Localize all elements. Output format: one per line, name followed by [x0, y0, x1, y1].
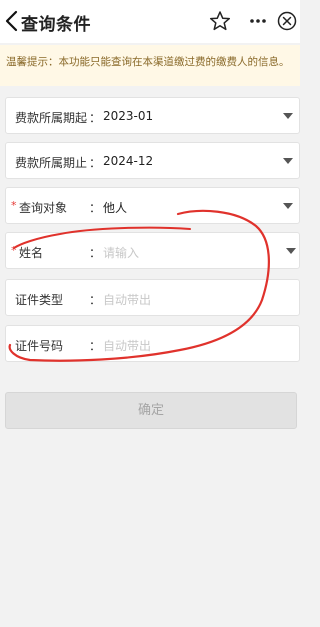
dropdown-caret-icon	[283, 113, 293, 119]
more-icon[interactable]	[247, 10, 269, 32]
field-label: 费款所属期止	[15, 156, 88, 170]
page-title: 查询条件	[21, 15, 91, 35]
period-end-select[interactable]: 费款所属期止 ： 2024-12	[5, 142, 300, 179]
field-colon: ：	[89, 246, 102, 260]
notice-text: 温馨提示：本功能只能查询在本渠道缴过费的缴费人的信息。	[6, 56, 290, 68]
field-label: 证件类型	[15, 293, 64, 307]
field-colon: ：	[89, 293, 102, 307]
field-label: 查询对象	[19, 201, 68, 215]
id-number-placeholder: 自动带出	[103, 339, 152, 353]
field-colon: ：	[89, 339, 102, 353]
chevron-left-icon[interactable]	[4, 10, 20, 32]
field-value: 2024-12	[103, 154, 154, 168]
field-label: 费款所属期起	[15, 111, 88, 125]
dropdown-caret-icon	[283, 203, 293, 209]
confirm-button[interactable]: 确定	[5, 392, 297, 429]
close-circle-icon[interactable]	[276, 10, 298, 32]
field-value: 他人	[103, 201, 128, 215]
top-nav-bar: 查询条件	[0, 0, 300, 43]
id-type-field: 证件类型 ： 自动带出	[5, 279, 300, 316]
name-input-placeholder[interactable]: 请输入	[103, 244, 139, 261]
name-field[interactable]: * 姓名 ： 请输入	[5, 232, 300, 269]
field-colon: ：	[89, 156, 102, 170]
dropdown-caret-icon	[283, 158, 293, 164]
field-colon: ：	[89, 111, 102, 125]
id-type-placeholder: 自动带出	[103, 293, 152, 307]
id-number-field: 证件号码 ： 自动带出	[5, 325, 300, 362]
field-value: 2023-01	[103, 109, 154, 123]
required-marker: *	[11, 199, 17, 212]
period-start-select[interactable]: 费款所属期起 ： 2023-01	[5, 97, 300, 134]
dropdown-caret-icon	[286, 248, 296, 254]
star-icon[interactable]	[209, 10, 231, 32]
field-label: 证件号码	[15, 339, 64, 353]
field-colon: ：	[89, 201, 102, 215]
field-label: 姓名	[19, 246, 44, 260]
required-marker: *	[11, 244, 17, 257]
query-target-select[interactable]: * 查询对象 ： 他人	[5, 187, 300, 224]
notice-banner: 温馨提示：本功能只能查询在本渠道缴过费的缴费人的信息。	[0, 45, 300, 86]
